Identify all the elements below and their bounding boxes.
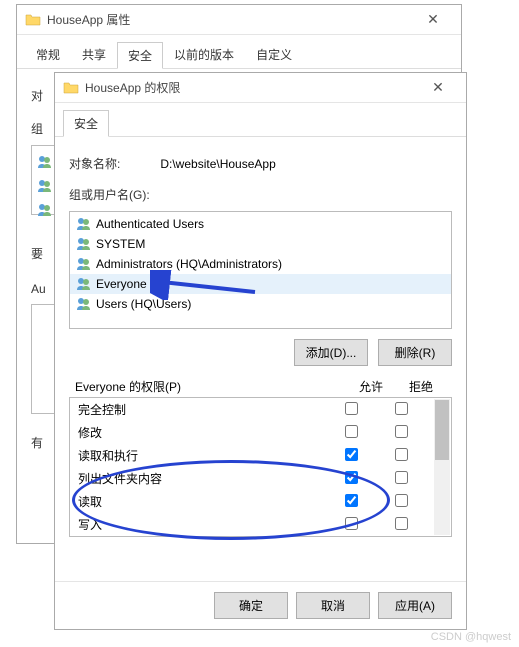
list-item[interactable]: SYSTEM (70, 234, 451, 254)
tab-strip: 安全 (55, 103, 466, 137)
allow-checkbox[interactable] (345, 425, 358, 438)
permission-name: 修改 (78, 424, 326, 441)
allow-checkbox[interactable] (345, 517, 358, 530)
tab-general[interactable]: 常规 (25, 41, 71, 68)
add-button[interactable]: 添加(D)... (294, 339, 368, 366)
window-title: HouseApp 的权限 (85, 79, 418, 96)
ok-button[interactable]: 确定 (214, 592, 288, 619)
deny-checkbox[interactable] (395, 494, 408, 507)
permission-name: 写入 (78, 516, 326, 533)
permission-name: 列出文件夹内容 (78, 470, 326, 487)
tab-customize[interactable]: 自定义 (245, 41, 303, 68)
list-item-label: Administrators (HQ\Administrators) (96, 257, 282, 271)
permission-row: 读取 (70, 490, 434, 513)
users-icon (76, 296, 92, 312)
label-fragment: 要 (31, 245, 43, 262)
list-item[interactable]: Users (HQ\Users) (70, 294, 451, 314)
users-icon (37, 178, 53, 194)
allow-checkbox[interactable] (345, 494, 358, 507)
object-name-label: 对象名称: (69, 155, 120, 172)
scrollbar[interactable] (434, 399, 450, 535)
folder-icon (63, 80, 79, 96)
deny-checkbox[interactable] (395, 402, 408, 415)
list-item[interactable]: Everyone (70, 274, 451, 294)
permission-name: 读取和执行 (78, 447, 326, 464)
allow-column-header: 允许 (346, 378, 396, 395)
apply-button[interactable]: 应用(A) (378, 592, 452, 619)
object-name-value: D:\website\HouseApp (160, 157, 275, 171)
tab-security[interactable]: 安全 (117, 42, 163, 69)
list-item-label: Users (HQ\Users) (96, 297, 191, 311)
deny-checkbox[interactable] (395, 471, 408, 484)
deny-checkbox[interactable] (395, 425, 408, 438)
permission-row: 完全控制 (70, 398, 434, 421)
users-icon (76, 256, 92, 272)
cancel-button[interactable]: 取消 (296, 592, 370, 619)
label-fragment: 组 (31, 120, 43, 137)
label-fragment: 对 (31, 87, 43, 104)
users-icon (76, 216, 92, 232)
folder-icon (25, 12, 41, 28)
tab-strip: 常规 共享 安全 以前的版本 自定义 (17, 35, 461, 69)
allow-checkbox[interactable] (345, 402, 358, 415)
permission-row: 读取和执行 (70, 444, 434, 467)
close-button[interactable]: ✕ (413, 5, 453, 34)
permission-name: 完全控制 (78, 401, 326, 418)
groups-label: 组或用户名(G): (69, 186, 150, 203)
users-icon (76, 236, 92, 252)
groups-listbox[interactable]: Authenticated Users SYSTEM Administrator… (69, 211, 452, 329)
tab-sharing[interactable]: 共享 (71, 41, 117, 68)
permissions-label: Everyone 的权限(P) (75, 378, 346, 395)
remove-button[interactable]: 删除(R) (378, 339, 452, 366)
label-fragment: 有 (31, 434, 43, 451)
users-icon (76, 276, 92, 292)
permission-name: 读取 (78, 493, 326, 510)
scrollbar-thumb[interactable] (435, 400, 449, 460)
allow-checkbox[interactable] (345, 448, 358, 461)
dialog-buttons: 确定 取消 应用(A) (55, 581, 466, 629)
permission-row: 列出文件夹内容 (70, 467, 434, 490)
list-item-label: SYSTEM (96, 237, 145, 251)
users-icon (37, 154, 53, 170)
tab-previous-versions[interactable]: 以前的版本 (163, 41, 245, 68)
window-title: HouseApp 属性 (47, 11, 413, 28)
label-fragment: Au (31, 282, 46, 296)
deny-checkbox[interactable] (395, 517, 408, 530)
allow-checkbox[interactable] (345, 471, 358, 484)
list-item-label: Authenticated Users (96, 217, 204, 231)
permission-row: 修改 (70, 421, 434, 444)
close-button[interactable]: ✕ (418, 73, 458, 102)
list-item[interactable]: Authenticated Users (70, 214, 451, 234)
permissions-window: HouseApp 的权限 ✕ 安全 对象名称: D:\website\House… (54, 72, 467, 630)
list-item-label: Everyone (96, 277, 147, 291)
permission-row: 写入 (70, 513, 434, 536)
users-icon (37, 202, 53, 218)
tab-security[interactable]: 安全 (63, 110, 109, 137)
watermark: CSDN @hqwest (431, 631, 511, 643)
deny-checkbox[interactable] (395, 448, 408, 461)
deny-column-header: 拒绝 (396, 378, 446, 395)
titlebar: HouseApp 的权限 ✕ (55, 73, 466, 103)
permissions-table: 完全控制 修改 读取和执行 列出文件夹内容 (69, 397, 452, 537)
list-item[interactable]: Administrators (HQ\Administrators) (70, 254, 451, 274)
titlebar: HouseApp 属性 ✕ (17, 5, 461, 35)
